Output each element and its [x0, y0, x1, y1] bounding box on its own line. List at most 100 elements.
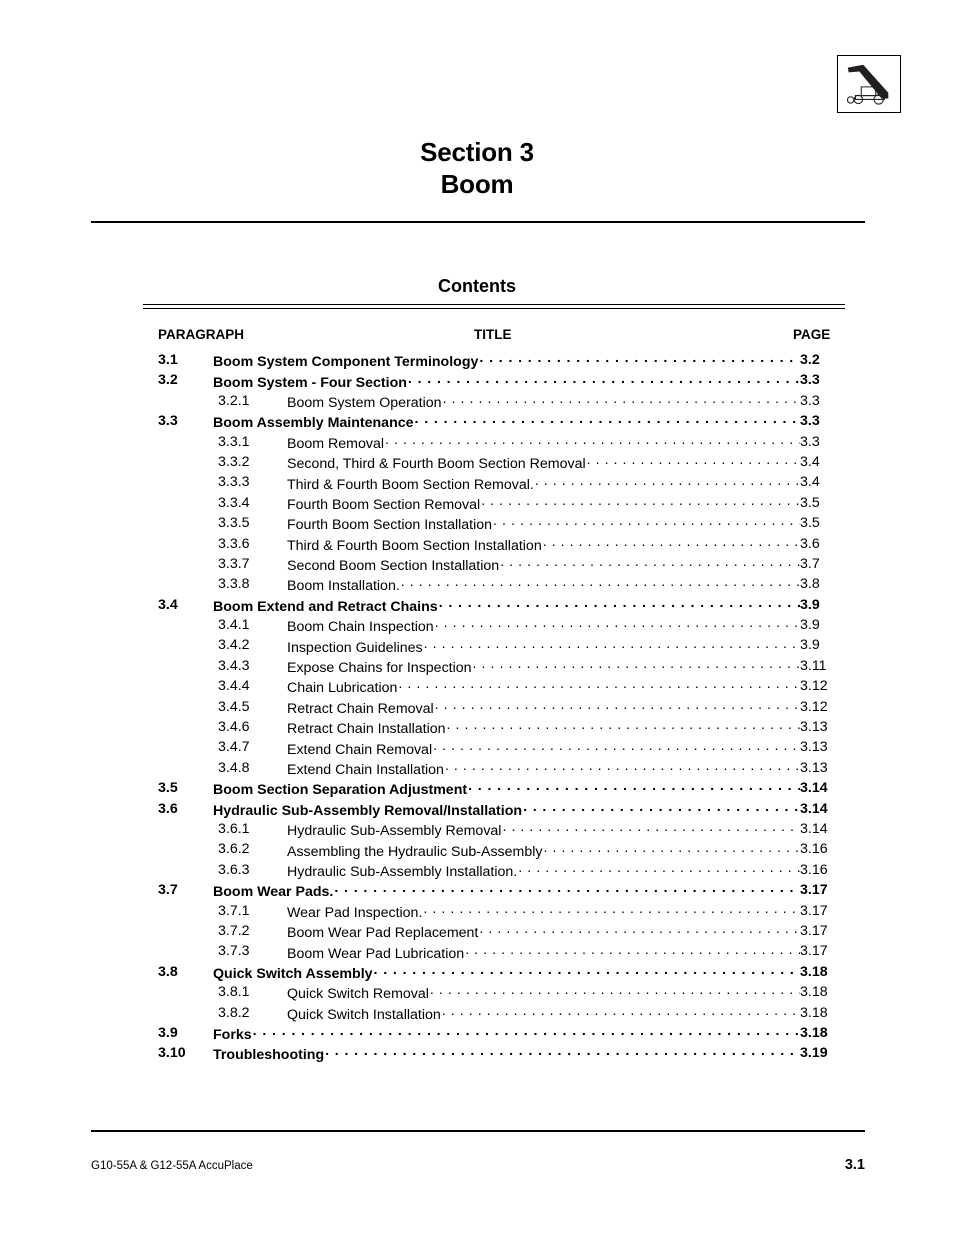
toc-entry-body: Assembling the Hydraulic Sub-Assembly [287, 841, 800, 859]
toc-entry-title: Boom Installation. [287, 578, 400, 595]
toc-entry-title: Fourth Boom Section Installation [287, 517, 493, 534]
toc-entry-title: Retract Chain Removal [287, 700, 434, 717]
toc-entry-title: Boom System Operation [287, 394, 442, 411]
toc-entry-number: 3.4.7 [218, 739, 250, 756]
table-of-contents: 3.1Boom System Component Terminology3.23… [0, 352, 954, 1066]
toc-entry-page: 3.3 [800, 433, 820, 450]
toc-entry-number: 3.6 [158, 800, 178, 817]
toc-entry[interactable]: 3.9 Forks 3.18 [0, 1025, 954, 1045]
toc-entry-body: Boom Wear Pad Lubrication [287, 943, 800, 961]
toc-dot-leader [447, 719, 800, 733]
toc-entry-body: Boom Assembly Maintenance [213, 413, 800, 431]
toc-entry[interactable]: 3.4.6 Retract Chain Installation 3.13 [0, 719, 954, 739]
toc-entry-body: Retract Chain Removal [287, 699, 800, 717]
toc-entry[interactable]: 3.4.2 Inspection Guidelines 3.9 [0, 637, 954, 657]
toc-entry[interactable]: 3.3.3 Third & Fourth Boom Section Removal… [0, 474, 954, 494]
toc-entry[interactable]: 3.8.1 Quick Switch Removal 3.18 [0, 984, 954, 1004]
footer-divider [91, 1130, 865, 1132]
toc-dot-leader [468, 780, 800, 794]
toc-entry[interactable]: 3.6.1 Hydraulic Sub-Assembly Removal 3.14 [0, 821, 954, 841]
toc-entry[interactable]: 3.3.2 Second, Third & Fourth Boom Section… [0, 454, 954, 474]
toc-entry-page: 3.18 [800, 963, 828, 980]
toc-entry[interactable]: 3.10 Troubleshooting 3.19 [0, 1045, 954, 1065]
toc-entry-title: Boom Chain Inspection [287, 619, 434, 636]
toc-dot-leader [424, 637, 800, 651]
toc-entry-number: 3.2 [158, 372, 178, 389]
toc-entry-body: Forks [213, 1025, 800, 1043]
toc-entry[interactable]: 3.7 Boom Wear Pads. 3.17 [0, 882, 954, 902]
toc-entry[interactable]: 3.2.1 Boom System Operation 3.3 [0, 393, 954, 413]
toc-entry-title: Quick Switch Installation [287, 1006, 441, 1023]
toc-entry-body: Quick Switch Removal [287, 984, 800, 1002]
toc-entry-page: 3.3 [800, 372, 820, 389]
toc-entry[interactable]: 3.3.6 Third & Fourth Boom Section Install… [0, 536, 954, 556]
toc-entry-body: Quick Switch Assembly [213, 964, 800, 982]
toc-entry-body: Boom System Operation [287, 393, 800, 411]
contents-divider [143, 304, 845, 309]
toc-entry[interactable]: 3.6.2 Assembling the Hydraulic Sub-Assemb… [0, 841, 954, 861]
toc-entry-body: Fourth Boom Section Installation [287, 515, 800, 533]
toc-entry-page: 3.17 [800, 943, 828, 960]
toc-entry[interactable]: 3.3.5 Fourth Boom Section Installation 3.5 [0, 515, 954, 535]
toc-entry[interactable]: 3.4.7 Extend Chain Removal 3.13 [0, 739, 954, 759]
toc-dot-leader [401, 576, 800, 590]
toc-entry[interactable]: 3.4.3 Expose Chains for Inspection 3.11 [0, 658, 954, 678]
toc-entry[interactable]: 3.8 Quick Switch Assembly 3.18 [0, 964, 954, 984]
toc-entry[interactable]: 3.4.5 Retract Chain Removal 3.12 [0, 699, 954, 719]
toc-entry-number: 3.6.1 [218, 820, 250, 837]
header-divider [91, 221, 865, 223]
toc-entry-number: 3.6.2 [218, 841, 250, 858]
toc-entry[interactable]: 3.6.3 Hydraulic Sub-Assembly Installation… [0, 862, 954, 882]
toc-entry[interactable]: 3.3.8 Boom Installation. 3.8 [0, 576, 954, 596]
toc-entry[interactable]: 3.7.1 Wear Pad Inspection. 3.17 [0, 903, 954, 923]
toc-entry[interactable]: 3.6 Hydraulic Sub-Assembly Removal/Instal… [0, 801, 954, 821]
toc-entry-title: Fourth Boom Section Removal [287, 496, 481, 513]
toc-entry-title: Boom System - Four Section [213, 374, 407, 391]
toc-entry[interactable]: 3.1 Boom System Component Terminology 3.2 [0, 352, 954, 372]
toc-dot-leader [334, 882, 800, 896]
column-header-paragraph: PARAGRAPH [158, 327, 245, 342]
toc-entry-number: 3.3.1 [218, 433, 250, 450]
toc-dot-leader [479, 923, 800, 937]
toc-entry[interactable]: 3.3 Boom Assembly Maintenance 3.3 [0, 413, 954, 433]
toc-entry[interactable]: 3.8.2 Quick Switch Installation 3.18 [0, 1005, 954, 1025]
toc-entry-title: Boom Wear Pad Lubrication [287, 945, 465, 962]
toc-entry-number: 3.4.8 [218, 759, 250, 776]
toc-dot-leader [473, 658, 800, 672]
toc-entry[interactable]: 3.7.3 Boom Wear Pad Lubrication 3.17 [0, 943, 954, 963]
toc-entry-title: Hydraulic Sub-Assembly Removal [287, 823, 502, 840]
toc-entry[interactable]: 3.4.8 Extend Chain Installation 3.13 [0, 760, 954, 780]
toc-entry-body: Boom System - Four Section [213, 372, 800, 390]
toc-entry-body: Boom System Component Terminology [213, 352, 800, 370]
toc-entry[interactable]: 3.5 Boom Section Separation Adjustment 3.1… [0, 780, 954, 800]
toc-dot-leader [502, 821, 800, 835]
toc-entry-number: 3.1 [158, 352, 178, 368]
toc-entry-body: Retract Chain Installation [287, 719, 800, 737]
toc-entry[interactable]: 3.4.4 Chain Lubrication 3.12 [0, 678, 954, 698]
toc-entry[interactable]: 3.3.4 Fourth Boom Section Removal 3.5 [0, 495, 954, 515]
toc-entry[interactable]: 3.2 Boom System - Four Section 3.3 [0, 372, 954, 392]
toc-entry[interactable]: 3.7.2 Boom Wear Pad Replacement 3.17 [0, 923, 954, 943]
toc-entry-page: 3.7 [800, 555, 820, 572]
toc-entry[interactable]: 3.3.7 Second Boom Section Installation 3.7 [0, 556, 954, 576]
toc-entry-title: Forks [213, 1027, 252, 1044]
toc-entry-number: 3.8.2 [218, 1004, 250, 1021]
toc-entry-page: 3.8 [800, 576, 820, 593]
toc-entry-body: Second, Third & Fourth Boom Section Remo… [287, 454, 800, 472]
toc-entry[interactable]: 3.3.1 Boom Removal 3.3 [0, 434, 954, 454]
toc-dot-leader [500, 556, 800, 570]
toc-entry[interactable]: 3.4.1 Boom Chain Inspection 3.9 [0, 617, 954, 637]
toc-entry-body: Extend Chain Removal [287, 739, 800, 757]
section-title-line1: Section 3 [420, 137, 534, 167]
toc-entry-body: Hydraulic Sub-Assembly Removal [287, 821, 800, 839]
toc-entry-number: 3.8 [158, 963, 178, 980]
toc-entry-number: 3.3.7 [218, 555, 250, 572]
toc-entry-body: Boom Extend and Retract Chains [213, 597, 800, 615]
toc-entry-title: Troubleshooting [213, 1047, 325, 1064]
toc-entry-page: 3.9 [800, 596, 820, 613]
toc-entry[interactable]: 3.4 Boom Extend and Retract Chains 3.9 [0, 597, 954, 617]
toc-entry-number: 3.9 [158, 1024, 178, 1041]
section-title-line2: Boom [440, 169, 514, 199]
toc-dot-leader [465, 943, 800, 957]
toc-entry-body: Wear Pad Inspection. [287, 903, 800, 921]
